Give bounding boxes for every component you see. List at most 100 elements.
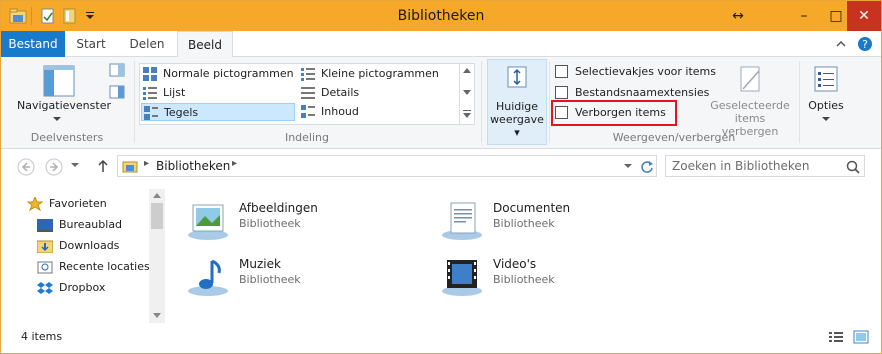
scroll-down-icon[interactable] bbox=[153, 313, 161, 318]
tab-start[interactable]: Start bbox=[67, 31, 115, 57]
chevron-down-icon: ▾ bbox=[514, 126, 520, 139]
large-icons-view-icon[interactable] bbox=[853, 330, 869, 344]
search-icon[interactable] bbox=[846, 160, 860, 174]
details-view-icon[interactable] bbox=[829, 331, 843, 343]
normal-icons-icon bbox=[143, 67, 157, 81]
layout-details-label: Details bbox=[321, 86, 360, 99]
navigation-pane: Favorieten Bureaublad Downloads Recente … bbox=[1, 183, 167, 323]
tab-beeld[interactable]: Beeld bbox=[177, 31, 233, 58]
status-bar: 4 items bbox=[1, 323, 881, 353]
scroll-up-icon[interactable] bbox=[463, 68, 471, 73]
current-view-button[interactable]: Huidige weergave ▾ bbox=[487, 59, 547, 145]
scroll-thumb[interactable] bbox=[151, 203, 163, 229]
library-tile-videos[interactable]: Video's Bibliotheek bbox=[439, 257, 679, 301]
hide-selected-icon bbox=[740, 66, 760, 92]
library-name: Afbeeldingen bbox=[239, 201, 318, 215]
library-name: Video's bbox=[493, 257, 537, 271]
separator bbox=[134, 61, 135, 143]
layout-tiles[interactable]: Tegels bbox=[141, 103, 295, 121]
help-icon[interactable]: ? bbox=[857, 36, 873, 52]
library-type: Bibliotheek bbox=[493, 273, 555, 286]
recent-locations-icon bbox=[37, 261, 53, 274]
group-label-panes: Deelvensters bbox=[30, 131, 104, 144]
nav-favorites-label: Favorieten bbox=[49, 197, 107, 210]
forward-icon[interactable] bbox=[45, 158, 63, 176]
layout-normal-icons-label: Normale pictogrammen bbox=[163, 67, 294, 80]
collapse-ribbon-icon[interactable] bbox=[836, 40, 846, 48]
scroll-down-icon[interactable] bbox=[463, 90, 471, 95]
svg-text:?: ? bbox=[862, 38, 868, 51]
group-label-show-hide: Weergeven/verbergen bbox=[612, 131, 736, 144]
breadcrumb-chevron-icon[interactable]: ▸ bbox=[232, 158, 237, 169]
tab-delen[interactable]: Delen bbox=[119, 31, 175, 57]
back-icon[interactable] bbox=[17, 158, 35, 176]
nav-item-label: Dropbox bbox=[59, 281, 106, 294]
list-icon bbox=[143, 87, 157, 100]
navigation-pane-button[interactable]: Navigatievenster bbox=[9, 61, 111, 127]
gallery-scrollbar[interactable] bbox=[459, 64, 474, 124]
star-icon bbox=[27, 197, 43, 211]
nav-item-label: Bureaublad bbox=[59, 218, 123, 231]
options-button[interactable]: Opties bbox=[801, 61, 851, 127]
library-name: Documenten bbox=[493, 201, 571, 215]
separator bbox=[481, 61, 482, 143]
library-tile-pictures[interactable]: Afbeeldingen Bibliotheek bbox=[185, 201, 425, 245]
search-input[interactable]: Zoeken in Bibliotheken bbox=[672, 159, 809, 173]
current-view-label-1: Huidige bbox=[495, 100, 539, 113]
title-bar: Bibliotheken ↔ – □ ✕ bbox=[1, 1, 881, 31]
recent-locations-icon[interactable] bbox=[71, 163, 79, 168]
tab-bestand[interactable]: Bestand bbox=[1, 31, 65, 57]
hidden-items-label: Verborgen items bbox=[575, 106, 666, 119]
details-pane-icon[interactable] bbox=[109, 85, 125, 99]
details-icon bbox=[301, 87, 315, 99]
resize-icon[interactable]: ↔ bbox=[721, 1, 755, 31]
breadcrumb-chevron-icon[interactable]: ▸ bbox=[144, 158, 149, 169]
gallery-expand-icon[interactable] bbox=[463, 110, 471, 118]
checkbox[interactable] bbox=[555, 86, 568, 99]
close-button[interactable]: ✕ bbox=[847, 1, 881, 31]
separator bbox=[549, 61, 550, 143]
explorer-window: Bibliotheken ↔ – □ ✕ Bestand Start Delen… bbox=[0, 0, 882, 354]
library-tile-documents[interactable]: Documenten Bibliotheek bbox=[439, 201, 679, 245]
videos-library-icon bbox=[442, 260, 482, 296]
chevron-down-icon bbox=[53, 117, 61, 121]
pictures-library-icon bbox=[188, 204, 228, 240]
sort-icon bbox=[507, 66, 527, 88]
library-type: Bibliotheek bbox=[239, 273, 301, 286]
refresh-icon[interactable] bbox=[640, 160, 654, 174]
navigation-pane-label: Navigatievenster bbox=[17, 99, 111, 112]
minimize-button[interactable]: – bbox=[787, 1, 821, 31]
up-arrow-icon[interactable] bbox=[97, 159, 109, 173]
library-tile-music[interactable]: Muziek Bibliotheek bbox=[185, 257, 425, 301]
downloads-icon bbox=[37, 240, 53, 253]
checkbox[interactable] bbox=[555, 106, 568, 119]
nav-scrollbar[interactable] bbox=[149, 189, 165, 323]
layout-content-label: Inhoud bbox=[321, 105, 359, 118]
checkbox[interactable] bbox=[555, 65, 568, 78]
content-area: Afbeeldingen Bibliotheek Documenten Bibl… bbox=[173, 183, 879, 323]
search-box[interactable]: Zoeken in Bibliotheken bbox=[665, 155, 865, 177]
layout-tiles-label: Tegels bbox=[164, 106, 199, 119]
item-checkboxes-label: Selectievakjes voor items bbox=[575, 65, 717, 78]
layout-small-icons-label: Kleine pictogrammen bbox=[321, 67, 439, 80]
dropbox-icon bbox=[37, 282, 53, 294]
breadcrumb-item[interactable]: Bibliotheken bbox=[156, 159, 230, 173]
scroll-up-icon[interactable] bbox=[153, 193, 161, 198]
small-icons-icon bbox=[301, 68, 315, 81]
ribbon-tabs: Bestand Start Delen Beeld ? bbox=[1, 31, 881, 58]
current-view-label-2: weergave ▾ bbox=[490, 113, 544, 139]
libraries-icon bbox=[122, 161, 138, 173]
address-row: ▸ Bibliotheken ▸ Zoeken in Bibliotheken bbox=[1, 149, 881, 183]
preview-pane-icon[interactable] bbox=[109, 63, 125, 77]
nav-item-label: Recente locaties bbox=[59, 260, 150, 273]
tiles-icon bbox=[144, 106, 158, 120]
library-name: Muziek bbox=[239, 257, 281, 271]
address-dropdown-icon[interactable] bbox=[624, 164, 632, 169]
separator bbox=[799, 61, 800, 143]
hide-selected-label-1: Geselecteerde bbox=[710, 99, 790, 112]
address-bar[interactable]: ▸ Bibliotheken ▸ bbox=[117, 155, 657, 177]
nav-item-label: Downloads bbox=[59, 239, 120, 252]
ribbon: Navigatievenster Deelvensters Normale pi… bbox=[1, 57, 881, 149]
documents-library-icon bbox=[442, 202, 482, 240]
hide-selected-items-button[interactable]: Geselecteerde items verbergen bbox=[705, 61, 795, 138]
